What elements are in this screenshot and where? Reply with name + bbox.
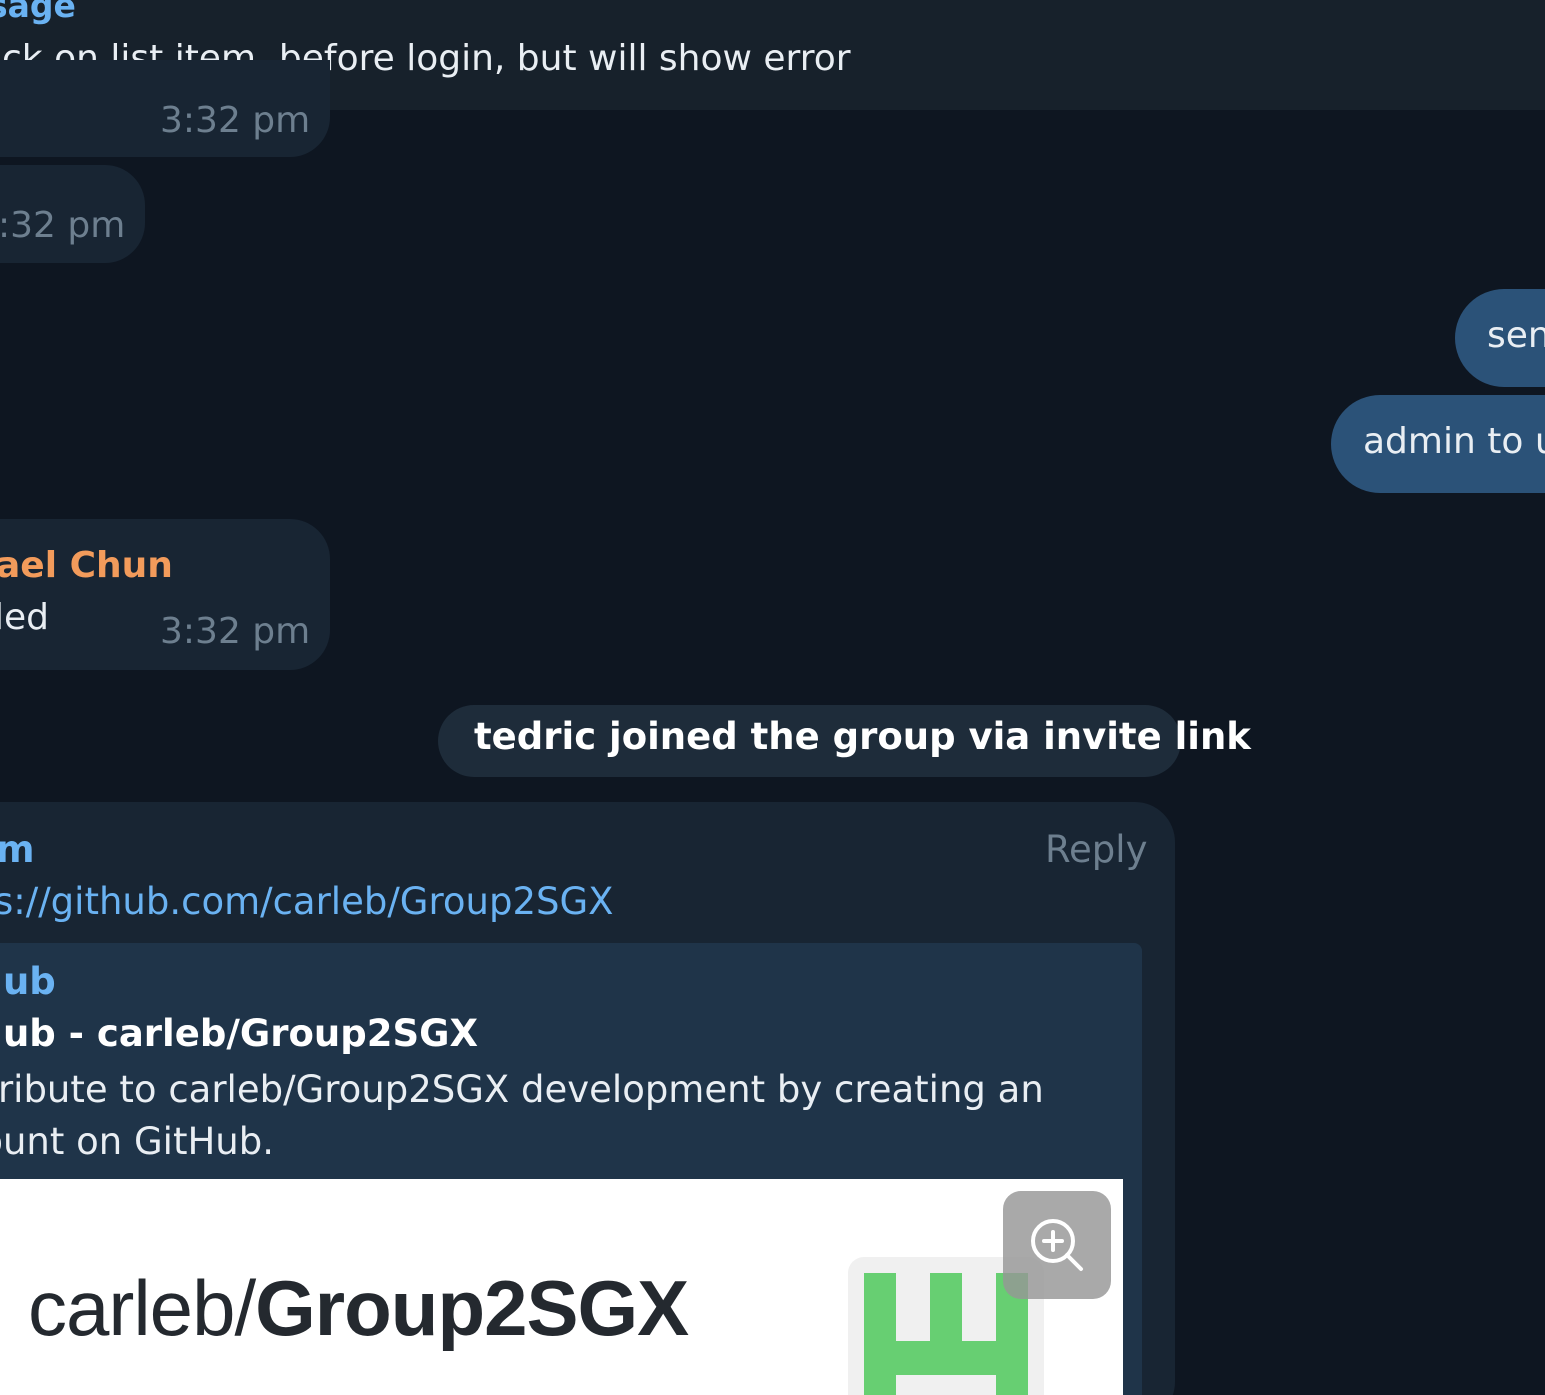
reply-button[interactable]: Reply	[1045, 828, 1147, 871]
chat-window: sage ick on list item. before login, but…	[0, 0, 1545, 1395]
outgoing-message-2-text: admin to u	[1363, 421, 1545, 462]
service-message: tedric joined the group via invite link	[438, 705, 1251, 777]
outgoing-message-1[interactable]: sen	[1455, 289, 1545, 387]
preview-image-repo-name: carleb/Group2SGX	[28, 1263, 689, 1354]
message-3-text: led	[0, 597, 50, 638]
message-3-time: 3:32 pm	[160, 611, 311, 652]
link-preview-description: ntribute to carleb/Group2SGX development…	[0, 1068, 1044, 1163]
pinned-message-title: sage	[0, 0, 76, 25]
service-message-text: tedric joined the group via invite link	[474, 715, 1251, 758]
link-preview-site-name: Hub	[0, 960, 56, 1003]
outgoing-message-2[interactable]: admin to u	[1331, 395, 1545, 493]
preview-image-repo: Group2SGX	[255, 1264, 689, 1352]
zoom-in-icon	[1031, 1219, 1083, 1271]
link-preview-image[interactable]: carleb/Group2SGX	[0, 1179, 1123, 1395]
outgoing-message-1-text: sen	[1487, 315, 1545, 356]
message-2-time: :32 pm	[0, 205, 126, 246]
link-message-sender[interactable]: m	[0, 828, 35, 871]
link-url[interactable]: s://github.com/carleb/Group2SGX	[0, 880, 614, 923]
link-preview-title: Hub - carleb/Group2SGX	[0, 1012, 478, 1055]
preview-image-owner: carleb/	[28, 1264, 256, 1352]
zoom-button[interactable]	[1003, 1191, 1111, 1299]
message-3-sender[interactable]: ael Chun	[0, 545, 173, 586]
message-1-time: 3:32 pm	[160, 100, 311, 141]
